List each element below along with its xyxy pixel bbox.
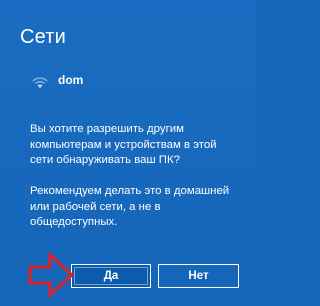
network-entry: dom xyxy=(31,70,83,90)
wifi-icon xyxy=(31,72,49,88)
yes-button[interactable]: Да xyxy=(71,264,151,288)
panel-title: Сети xyxy=(20,26,67,48)
network-name: dom xyxy=(58,73,84,87)
network-discovery-panel: Сети dom Вы хотите разрешить другим комп… xyxy=(0,0,256,306)
discovery-recommendation: Рекомендуем делать это в домашней или ра… xyxy=(30,185,230,229)
no-button[interactable]: Нет xyxy=(158,264,239,288)
discovery-question: Вы хотите разрешить другим компьютерам и… xyxy=(30,123,217,167)
arrow-icon xyxy=(28,251,75,299)
